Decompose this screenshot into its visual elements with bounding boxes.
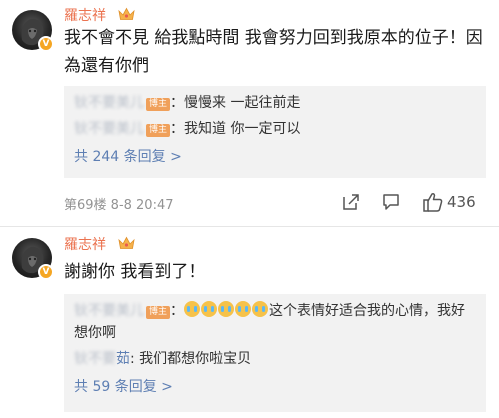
- verified-v-icon: V: [38, 264, 54, 280]
- reply-text: ：我知道 你一定可以: [170, 121, 301, 137]
- reply-colon: ：: [170, 303, 185, 319]
- reply-text: : 我们都想你啦宝贝: [130, 351, 252, 367]
- host-badge: 博主: [146, 98, 171, 111]
- reply-user[interactable]: 钬不要美儿: [74, 303, 144, 319]
- crying-emoji-icon: [218, 301, 235, 317]
- comment-1: V 羅志祥 我不會不見 給我點時間 我會努力回到我原本的位子！因為還有你們 钬不…: [0, 0, 499, 230]
- crying-emoji-icon: [201, 301, 218, 317]
- share-icon[interactable]: [341, 192, 361, 212]
- crying-emoji-icon: [235, 301, 252, 317]
- crying-emoji-icon: [252, 301, 269, 317]
- comment-text: 我不會不見 給我點時間 我會努力回到我原本的位子！因為還有你們: [64, 28, 483, 76]
- comment-text: 謝謝你 我看到了！: [64, 262, 206, 282]
- reply-item[interactable]: 钬不要美儿 博主 ：慢慢来 一起往前走: [74, 92, 476, 114]
- host-badge: 博主: [146, 124, 171, 137]
- avatar[interactable]: V: [12, 238, 54, 280]
- reply-user[interactable]: 茹: [116, 351, 130, 367]
- verified-v-icon: V: [38, 36, 54, 52]
- comment-author[interactable]: 羅志祥: [64, 5, 106, 25]
- comment-author[interactable]: 羅志祥: [64, 234, 106, 254]
- like-icon[interactable]: [422, 191, 444, 213]
- like-count: 436: [447, 193, 476, 211]
- more-replies-link[interactable]: 共 59 条回复 >: [74, 376, 476, 398]
- more-replies-link[interactable]: 共 244 条回复 >: [74, 146, 476, 168]
- reply-user[interactable]: 钬不要美儿: [74, 121, 144, 137]
- reply-item[interactable]: 钬不要茹: 我们都想你啦宝贝: [74, 348, 476, 370]
- reply-text: ：慢慢来 一起往前走: [170, 95, 301, 111]
- reply-box[interactable]: 钬不要美儿 博主 ：慢慢来 一起往前走 钬不要美儿 博主 ：我知道 你一定可以 共 24…: [64, 86, 486, 178]
- crown-icon: [118, 7, 135, 20]
- crown-icon: [118, 236, 135, 249]
- reply-user[interactable]: 钬不要美儿: [74, 95, 144, 111]
- reply-box[interactable]: 钬不要美儿 博主：这个表情好适合我的心情，我好想你啊 钬不要茹: 我们都想你啦宝贝…: [64, 294, 486, 412]
- comment-2: V 羅志祥 謝謝你 我看到了！ 钬不要美儿 博主：这个表情好适合我的心情，我好想你…: [0, 230, 499, 418]
- floor-time: 第69楼 8-8 20:47: [64, 198, 174, 213]
- reply-item[interactable]: 钬不要美儿 博主：这个表情好适合我的心情，我好想你啊: [74, 300, 476, 344]
- crying-emoji-icon: [184, 301, 201, 317]
- divider: [0, 226, 499, 227]
- comment-icon[interactable]: [381, 192, 401, 212]
- avatar[interactable]: V: [12, 10, 54, 52]
- reply-item[interactable]: 钬不要美儿 博主 ：我知道 你一定可以: [74, 118, 476, 140]
- host-badge: 博主: [146, 306, 171, 319]
- reply-user-blurred: 钬不要: [74, 351, 116, 367]
